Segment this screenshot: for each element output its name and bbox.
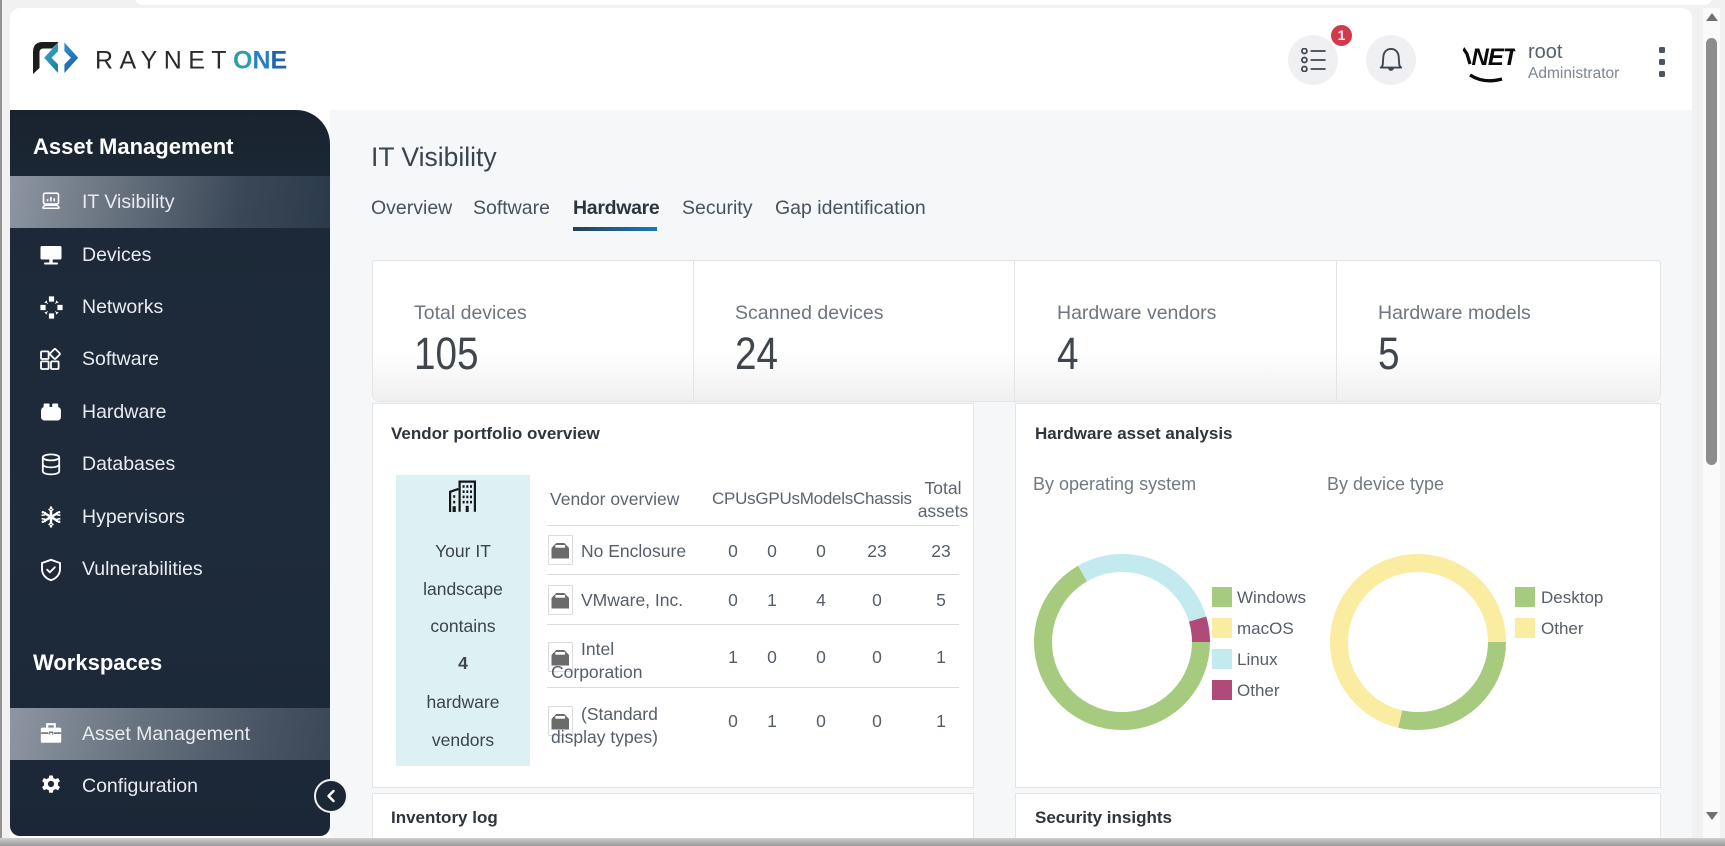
svg-text:NET: NET xyxy=(1472,44,1518,71)
svg-text:RAYNET: RAYNET xyxy=(95,47,233,75)
svg-text:ONE: ONE xyxy=(233,47,287,75)
